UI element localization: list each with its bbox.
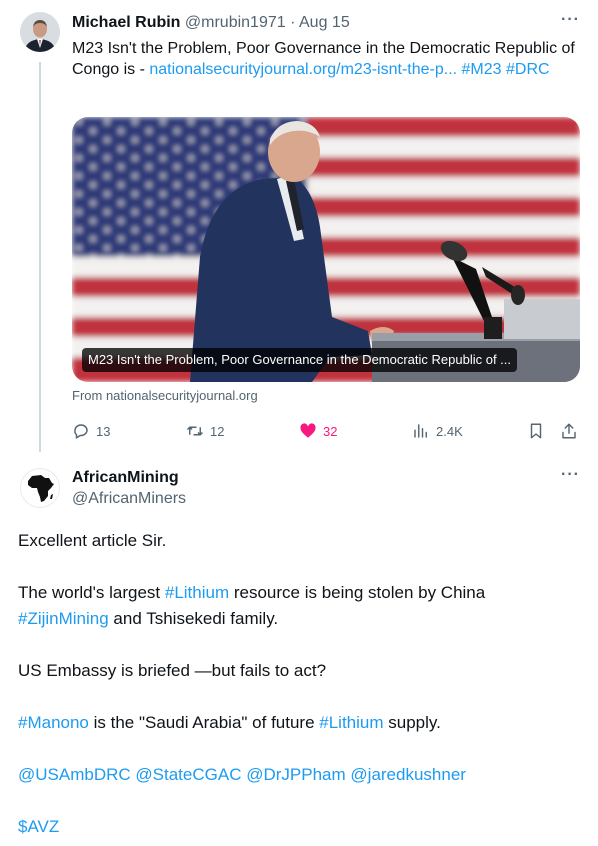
hashtag-m23[interactable]: #M23 — [462, 61, 502, 78]
bookmark-button[interactable] — [527, 421, 545, 441]
paragraph: $AVZ — [18, 814, 578, 840]
link-card-image[interactable]: M23 Isn't the Problem, Poor Governance i… — [72, 117, 580, 382]
article-link[interactable]: nationalsecurityjournal.org/m23-isnt-the… — [149, 61, 457, 78]
mention-jaredkushner[interactable]: @jaredkushner — [350, 765, 466, 784]
more-options-button[interactable]: ··· — [561, 466, 580, 484]
text: The world's largest — [18, 583, 165, 602]
text: Excellent article Sir. — [18, 531, 167, 550]
like-button[interactable]: 32 — [299, 421, 337, 441]
thread-line — [39, 62, 41, 452]
mention-drjppham[interactable]: @DrJPPham — [246, 765, 345, 784]
hashtag-lithium[interactable]: #Lithium — [319, 713, 383, 732]
heart-filled-icon — [300, 423, 316, 438]
mention-usambdrc[interactable]: @USAmbDRC — [18, 765, 131, 784]
text: and Tshisekedi family. — [108, 609, 279, 628]
avatar-michael-rubin[interactable] — [20, 12, 60, 52]
cashtag-avz[interactable]: $AVZ — [18, 817, 59, 836]
paragraph: The world's largest #Lithium resource is… — [18, 580, 578, 632]
mention-statecgac[interactable]: @StateCGAC — [135, 765, 241, 784]
tweet1-actions: 13 12 32 2.4K — [72, 421, 582, 441]
views-button[interactable]: 2.4K — [412, 421, 463, 441]
tweet1-text: M23 Isn't the Problem, Poor Governance i… — [72, 38, 582, 80]
paragraph: Excellent article Sir. — [18, 528, 578, 554]
tweet-date[interactable]: · Aug 15 — [290, 14, 350, 31]
paragraph: #Manono is the "Saudi Arabia" of future … — [18, 710, 578, 736]
tweet2-text: Excellent article Sir. The world's large… — [18, 528, 578, 846]
africa-map-icon — [21, 469, 59, 507]
analytics-icon — [414, 424, 427, 438]
author-handle[interactable]: @AfricanMiners — [72, 489, 186, 509]
reply-count: 13 — [96, 423, 111, 439]
hashtag-drc[interactable]: #DRC — [506, 61, 550, 78]
retweet-button[interactable]: 12 — [186, 421, 224, 441]
reply-button[interactable]: 13 — [72, 421, 110, 441]
hashtag-manono[interactable]: #Manono — [18, 713, 89, 732]
text: resource is being stolen by China — [229, 583, 486, 602]
author-name[interactable]: Michael Rubin — [72, 14, 180, 31]
more-options-button[interactable]: ··· — [561, 11, 580, 29]
retweet-count: 12 — [210, 423, 225, 439]
card-source[interactable]: From nationalsecurityjournal.org — [72, 388, 258, 404]
hashtag-zijinmining[interactable]: #ZijinMining — [18, 609, 109, 628]
reply-icon — [74, 424, 88, 440]
card-caption: M23 Isn't the Problem, Poor Governance i… — [82, 348, 518, 372]
author-handle[interactable]: @mrubin1971 — [185, 14, 286, 31]
paragraph: US Embassy is briefed —but fails to act? — [18, 658, 578, 684]
hashtag-lithium[interactable]: #Lithium — [165, 583, 229, 602]
paragraph: @USAmbDRC @StateCGAC @DrJPPham @jaredkus… — [18, 762, 578, 788]
tweet1-header: Michael Rubin @mrubin1971 · Aug 15 — [72, 13, 350, 33]
card-photo — [72, 117, 580, 382]
text: US Embassy is briefed —but fails to act? — [18, 661, 327, 680]
bookmark-icon — [530, 423, 542, 439]
avatar-africanmining[interactable] — [20, 468, 60, 508]
text: is the "Saudi Arabia" of future — [88, 713, 320, 732]
view-count: 2.4K — [436, 423, 463, 439]
share-button[interactable] — [560, 421, 578, 441]
share-icon — [562, 423, 576, 439]
text: supply. — [383, 713, 441, 732]
retweet-icon — [186, 426, 204, 436]
author-name[interactable]: AfricanMining — [72, 468, 179, 488]
like-count: 32 — [323, 423, 338, 439]
